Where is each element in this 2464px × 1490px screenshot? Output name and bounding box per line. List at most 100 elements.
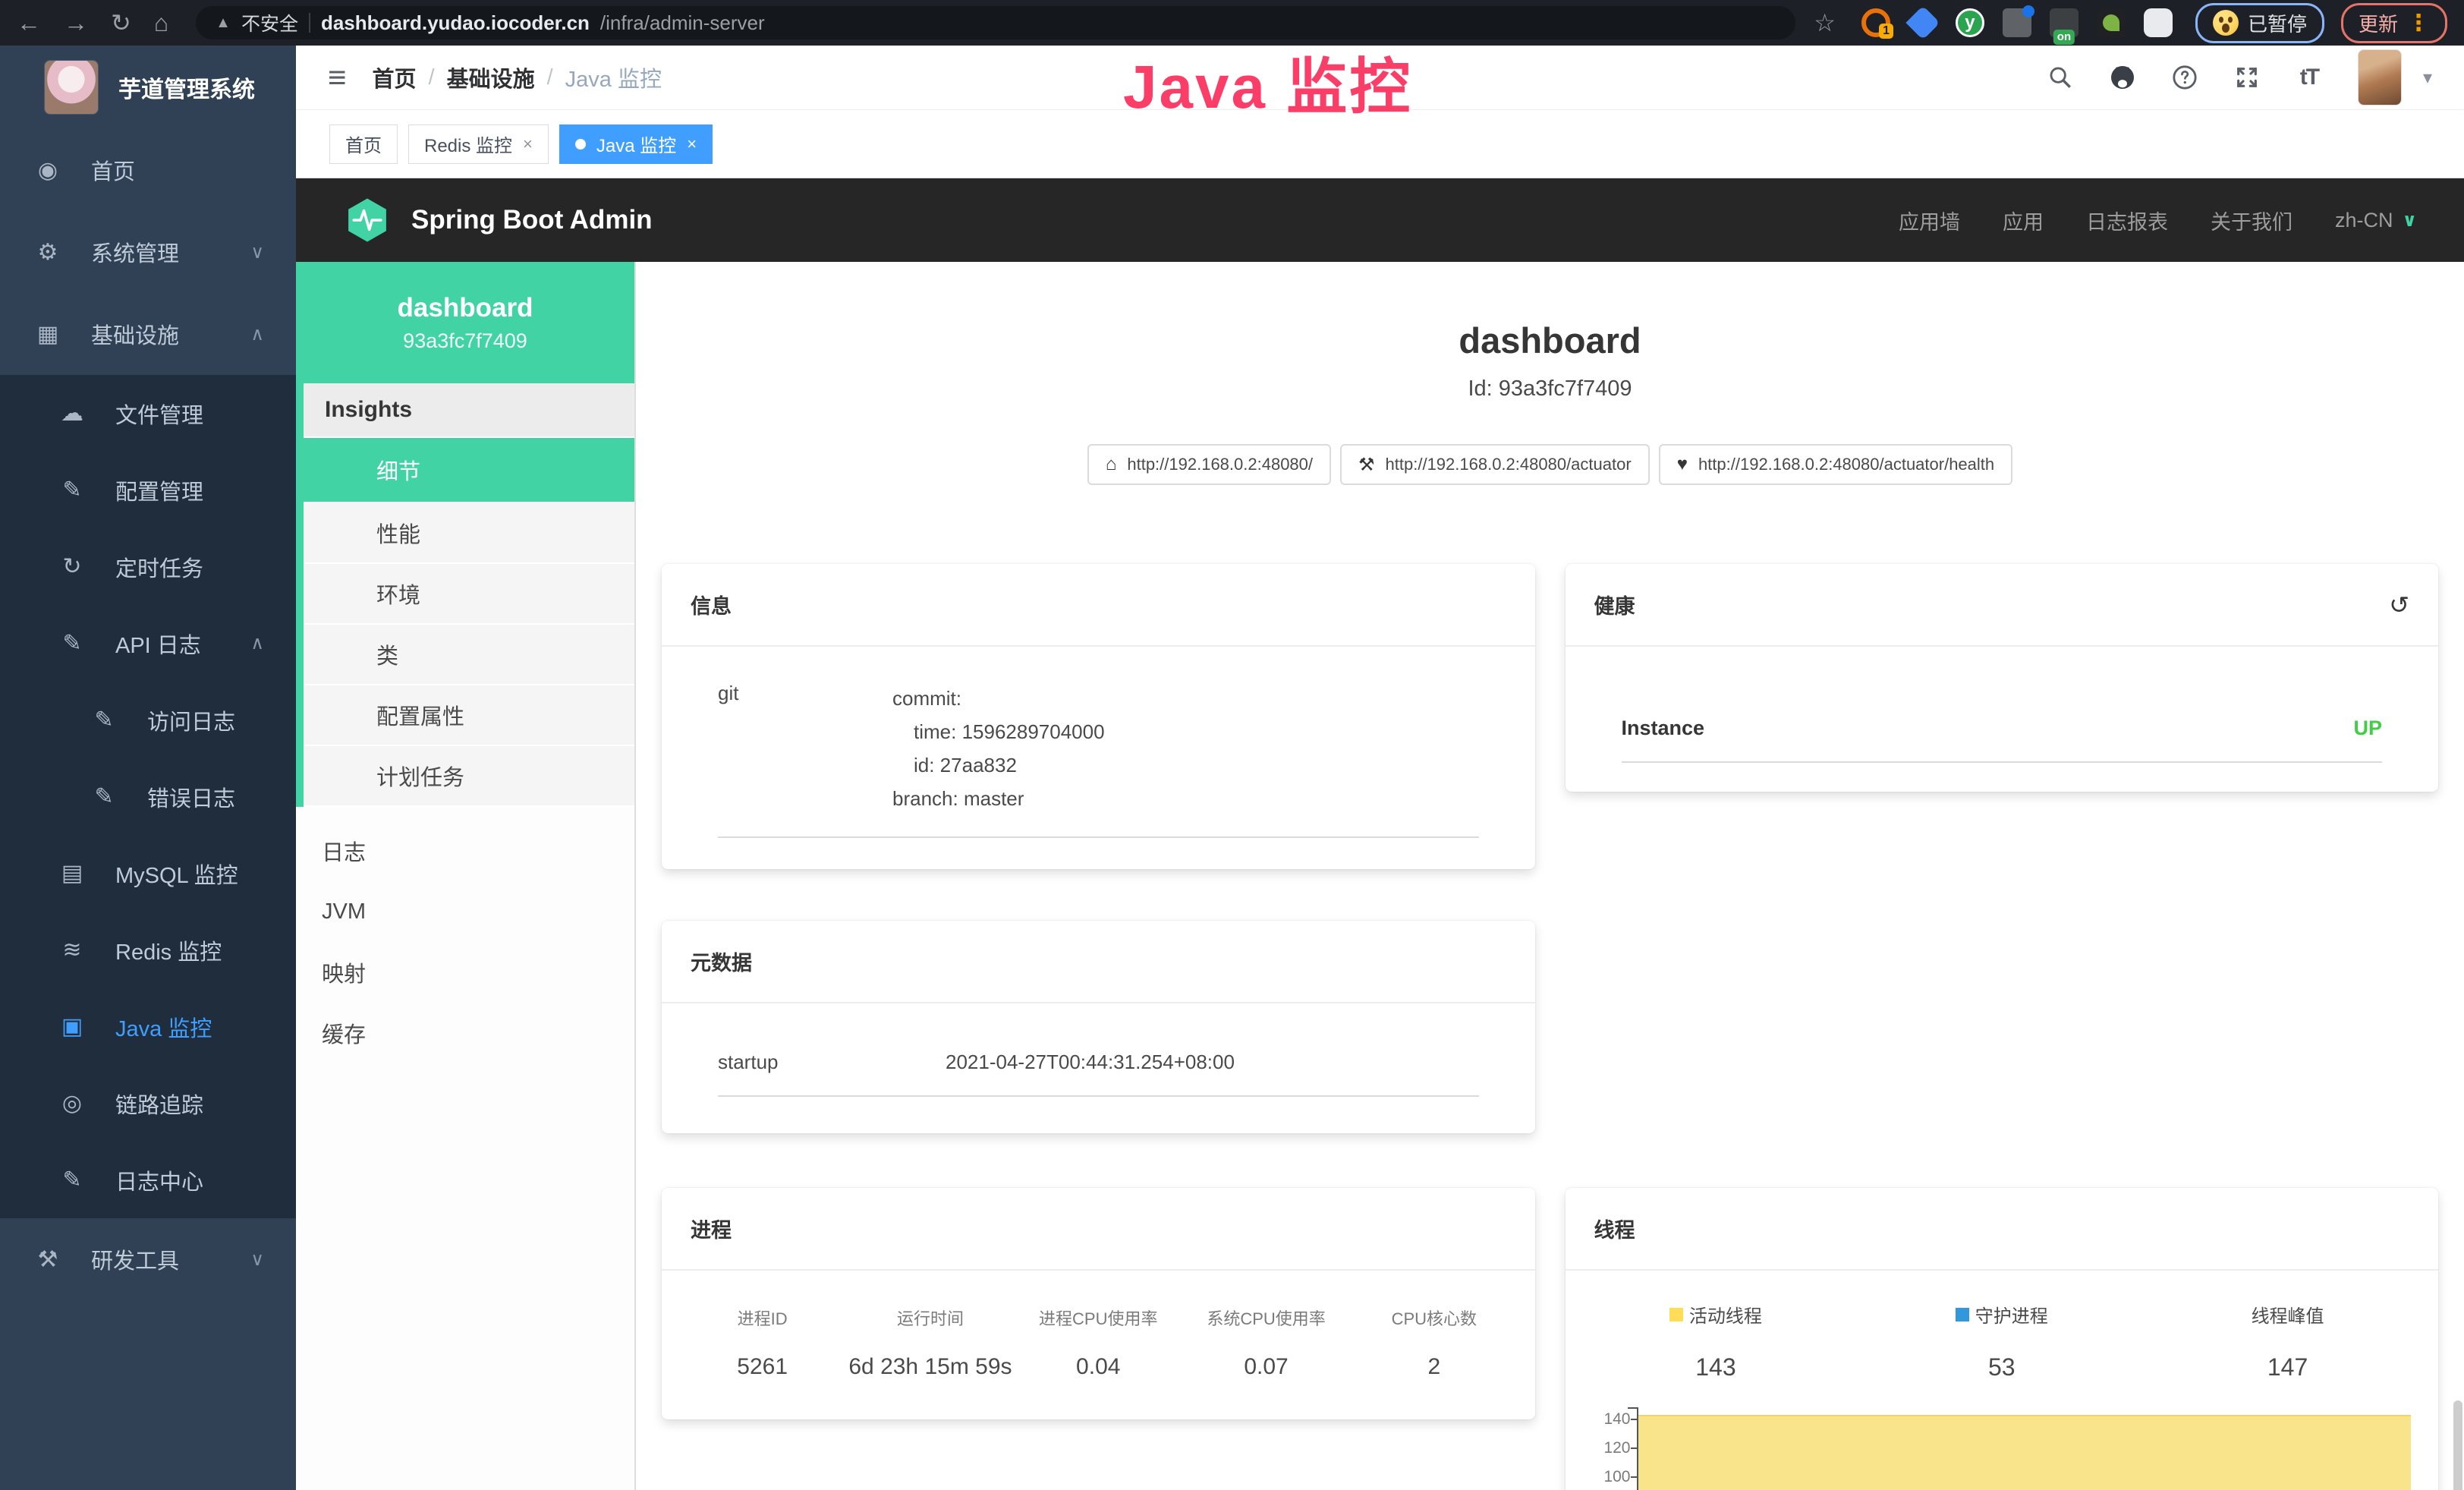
paused-indicator[interactable]: 已暂停 — [2195, 3, 2324, 43]
instance-health-row[interactable]: Instance UP — [1622, 647, 2383, 740]
sba-item-environment[interactable]: 环境 — [304, 564, 634, 625]
sba-item-details[interactable]: 细节 — [304, 438, 634, 503]
puzzle-icon[interactable] — [2144, 8, 2173, 37]
bookmark-star-icon[interactable]: ☆ — [1814, 8, 1836, 37]
page-title: dashboard — [636, 320, 2464, 361]
git-info-row: git commit: time: 1596289704000 id: 27aa… — [718, 647, 1479, 815]
row-divider — [718, 1095, 1479, 1097]
log-center-icon: ✎ — [55, 1167, 90, 1193]
not-secure-label[interactable]: 不安全 — [241, 9, 298, 36]
close-icon[interactable]: × — [687, 134, 697, 154]
switch-extension-icon[interactable]: on — [2050, 8, 2079, 37]
tab-label: Java 监控 — [596, 131, 676, 157]
sidebar-item-label: 研发工具 — [91, 1243, 179, 1275]
legend-label: 线程峰值 — [2252, 1301, 2324, 1328]
wrench-icon: ⚒ — [1358, 454, 1375, 476]
card-title: 线程 — [1594, 1214, 1635, 1243]
back-icon[interactable]: ← — [17, 11, 41, 35]
grid-extension-icon[interactable] — [2003, 8, 2031, 37]
history-icon[interactable]: ↺ — [2389, 591, 2409, 619]
live-threads-swatch-icon — [1669, 1308, 1683, 1321]
pin-extension-icon[interactable] — [1905, 5, 1940, 39]
chevron-down-icon: ∨ — [250, 1249, 264, 1271]
font-size-icon[interactable]: tT — [2296, 64, 2323, 91]
fullscreen-icon[interactable] — [2233, 64, 2261, 91]
sidebar-item-system-mgmt[interactable]: ⚙ 系统管理 ∨ — [0, 211, 296, 293]
sidebar-item-redis-monitor[interactable]: ≋ Redis 监控 — [0, 912, 296, 988]
sidebar-item-access-logs[interactable]: ✎ 访问日志 — [0, 682, 296, 758]
sba-item-mappings[interactable]: 映射 — [296, 942, 634, 1003]
service-url-chip[interactable]: ⌂ http://192.168.0.2:48080/ — [1087, 444, 1331, 485]
sba-item-config-props[interactable]: 配置属性 — [304, 685, 634, 746]
info-card-title: 信息 — [662, 564, 1535, 647]
git-commit-lines: commit: time: 1596289704000 id: 27aa832 … — [892, 682, 1105, 815]
page-scrollbar-thumb[interactable] — [2453, 1400, 2462, 1490]
sba-item-jvm[interactable]: JVM — [296, 881, 634, 942]
sidebar-item-scheduled-jobs[interactable]: ↻ 定时任务 — [0, 528, 296, 605]
sidebar-item-java-monitor[interactable]: ▣ Java 监控 — [0, 988, 296, 1065]
card-title: 元数据 — [691, 947, 752, 976]
sba-nav-wallboard[interactable]: 应用墙 — [1899, 206, 1960, 235]
sidebar-item-error-logs[interactable]: ✎ 错误日志 — [0, 758, 296, 835]
tab-java-monitor[interactable]: Java 监控 × — [559, 124, 713, 164]
tab-home[interactable]: 首页 — [329, 124, 398, 164]
y-tick: 120 — [1588, 1439, 1631, 1457]
search-icon[interactable] — [2047, 64, 2074, 91]
sba-nav-journal[interactable]: 日志报表 — [2086, 206, 2168, 235]
browser-menu-icon[interactable]: ⋮ — [2407, 10, 2430, 36]
sba-nav-about[interactable]: 关于我们 — [2211, 206, 2292, 235]
sidebar-item-api-logs[interactable]: ✎ API 日志 ∧ — [0, 605, 296, 682]
update-browser-button[interactable]: 更新 ⋮ — [2341, 3, 2447, 43]
sba-item-scheduled-tasks[interactable]: 计划任务 — [304, 746, 634, 807]
sidebar-item-mysql-monitor[interactable]: ▤ MySQL 监控 — [0, 835, 296, 912]
tab-redis-monitor[interactable]: Redis 监控 × — [408, 124, 549, 164]
github-icon[interactable] — [2109, 64, 2136, 91]
hamburger-icon[interactable]: ≡ — [328, 61, 347, 93]
page-subtitle: Id: 93a3fc7f7409 — [636, 376, 2464, 402]
sba-nav-applications[interactable]: 应用 — [2003, 206, 2044, 235]
sba-item-classes[interactable]: 类 — [304, 625, 634, 685]
sidebar-item-label: 错误日志 — [147, 781, 235, 813]
user-menu-caret-icon[interactable]: ▾ — [2423, 67, 2432, 89]
y-extension-icon[interactable]: y — [1956, 8, 1984, 37]
sidebar-item-home[interactable]: ◉ 首页 — [0, 129, 296, 211]
sba-logo-icon — [343, 196, 392, 244]
sidebar-item-dev-tools[interactable]: ⚒ 研发工具 ∨ — [0, 1218, 296, 1300]
breadcrumb-separator: / — [547, 65, 553, 90]
sba-item-metrics[interactable]: 性能 — [304, 503, 634, 564]
user-avatar[interactable] — [2358, 49, 2402, 106]
col-header: 进程ID — [678, 1306, 846, 1330]
health-url-chip[interactable]: ♥ http://192.168.0.2:48080/actuator/heal… — [1659, 444, 2012, 485]
reload-icon[interactable]: ↻ — [111, 11, 131, 35]
legend-value: 53 — [1858, 1353, 2145, 1381]
close-icon[interactable]: × — [523, 134, 533, 154]
breadcrumb-home[interactable]: 首页 — [373, 61, 417, 93]
breadcrumb-infrastructure[interactable]: 基础设施 — [447, 61, 535, 93]
sba-item-caches[interactable]: 缓存 — [296, 1003, 634, 1063]
sba-item-logs[interactable]: 日志 — [296, 821, 634, 881]
forward-icon[interactable]: → — [64, 11, 88, 35]
actuator-url-chip[interactable]: ⚒ http://192.168.0.2:48080/actuator — [1340, 444, 1650, 485]
service-url: http://192.168.0.2:48080/ — [1127, 455, 1313, 474]
sba-brand[interactable]: Spring Boot Admin — [411, 205, 653, 235]
extension-icon[interactable]: 1 — [1861, 8, 1890, 37]
metadata-card-title: 元数据 — [662, 921, 1535, 1003]
sidebar-item-file-mgmt[interactable]: ☁ 文件管理 — [0, 375, 296, 452]
sidebar-item-config-mgmt[interactable]: ✎ 配置管理 — [0, 452, 296, 528]
row-divider — [718, 836, 1479, 838]
infrastructure-submenu: ☁ 文件管理 ✎ 配置管理 ↻ 定时任务 ✎ API 日志 ∧ ✎ — [0, 375, 296, 1218]
home-icon[interactable]: ⌂ — [154, 11, 168, 35]
process-card: 进程 进程ID5261 运行时间6d 23h 15m 59s 进程CPU使用率0… — [662, 1188, 1535, 1419]
sidebar-item-log-center[interactable]: ✎ 日志中心 — [0, 1142, 296, 1218]
sidebar-item-trace[interactable]: ◎ 链路追踪 — [0, 1065, 296, 1142]
help-icon[interactable] — [2171, 64, 2198, 91]
dashboard-icon: ◉ — [30, 157, 65, 184]
locale-label: zh-CN — [2335, 209, 2393, 232]
address-bar[interactable]: ▲ 不安全 dashboard.yudao.iocoder.cn /infra/… — [196, 6, 1795, 39]
card-title: 健康 — [1594, 590, 1635, 619]
sba-locale-selector[interactable]: zh-CN ∨ — [2335, 209, 2417, 232]
health-card-title: 健康 ↺ — [1566, 564, 2439, 647]
sidebar-item-infrastructure[interactable]: ▦ 基础设施 ∧ — [0, 293, 296, 375]
leaf-extension-icon[interactable] — [2097, 8, 2126, 37]
annotation-java-monitor-text: Java 监控 — [1123, 38, 1412, 126]
